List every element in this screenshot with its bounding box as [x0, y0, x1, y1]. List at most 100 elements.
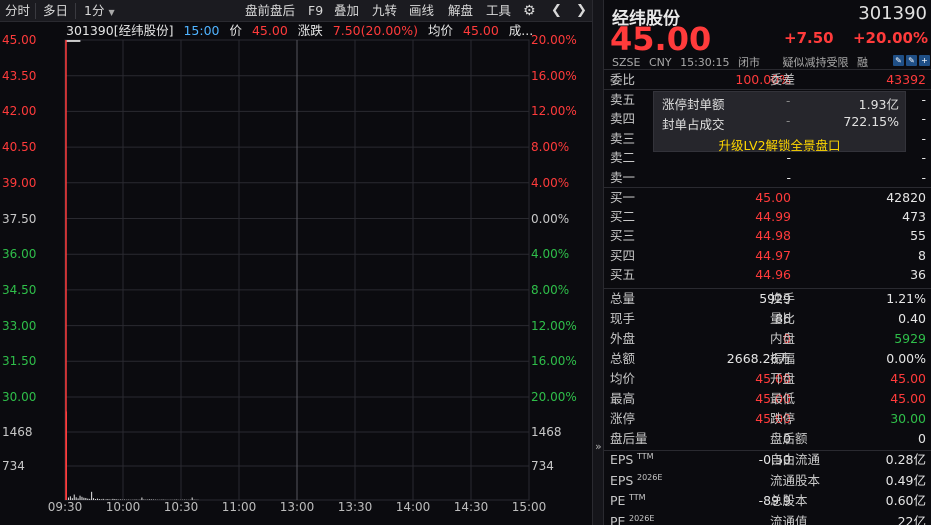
price-axis-label: 36.00	[2, 247, 37, 262]
volume-bar	[83, 497, 85, 500]
chart-info-line: 301390[经纬股份] 15:00 价 45.00 涨跌 7.50(20.00…	[66, 22, 539, 40]
info-price: 45.00	[251, 23, 288, 38]
price-axis-label: 39.00	[2, 175, 37, 190]
volume-bar	[143, 499, 145, 500]
quote-subline: SZSE CNY 15:30:15 闭市 疑似减持受限 融	[612, 54, 930, 69]
price-axis-label: 33.00	[2, 318, 37, 333]
fundamental-row: EPS 2026E - 流通股本 0.49亿	[610, 472, 926, 488]
volume-bar	[151, 499, 153, 500]
seal-ratio-value: 722.15%	[843, 114, 899, 129]
time-axis-label: 09:30	[47, 500, 83, 514]
quote-panel: 经纬股份 301390 45.00 +7.50 +20.00% SZSE CNY…	[604, 0, 931, 525]
stock-price: 45.00	[610, 20, 712, 58]
time-axis-label: 14:30	[453, 500, 489, 514]
market-code: SZSE	[612, 56, 641, 69]
bid-row: 买四 44.97 8	[610, 247, 926, 263]
volume-bar	[100, 499, 102, 500]
seal-amount-value: 1.93亿	[858, 97, 899, 112]
stat-row: 总量 5929 换手 1.21%	[610, 291, 926, 306]
time-axis-label: 10:00	[105, 500, 141, 514]
order-ratio-row: 委比 100.00% 委差 43392	[604, 70, 931, 90]
chart-canvas[interactable]	[0, 0, 592, 525]
lv2-overlay: 涨停封单额 - 1.93亿 封单占成交 - 722.15% 升级LV2解锁全景盘…	[653, 91, 906, 154]
bid-row: 买三 44.98 55	[610, 228, 926, 244]
stock-code: 301390	[858, 3, 927, 24]
fundamental-row: PE 2026E - 流通值 22亿	[610, 513, 926, 525]
volume-bar	[141, 497, 143, 500]
time-axis-label: 13:00	[279, 500, 315, 514]
price-axis-label: 37.50	[2, 211, 37, 226]
pct-axis-label: 8.00%	[531, 282, 570, 297]
info-avg: 45.00	[463, 23, 499, 38]
volume-bar	[102, 498, 104, 500]
info-change-label: 涨跌	[297, 23, 323, 38]
time-axis-label: 10:30	[163, 500, 199, 514]
volume-bar	[95, 499, 96, 500]
volume-axis-label: 1468	[531, 425, 562, 439]
volume-bar	[87, 498, 89, 500]
ask-row: 卖一 - -	[610, 169, 926, 185]
pct-axis-label: 4.00%	[531, 247, 570, 262]
bid-row: 买五 44.96 36	[610, 266, 926, 282]
bid-row: 买一 45.00 42820	[610, 190, 926, 205]
volume-bar	[96, 498, 98, 500]
info-stock-name: 301390[经纬股份]	[66, 23, 174, 38]
quote-time: 15:30:15	[680, 56, 730, 69]
volume-bar	[66, 411, 67, 500]
stat-row: 盘后量 0 盘后额 0	[610, 431, 926, 446]
volume-bar	[93, 498, 95, 500]
volume-bar	[85, 497, 87, 500]
volume-axis-label: 1468	[2, 425, 33, 439]
stat-row: 现手 86 量比 0.40	[610, 311, 926, 326]
stock-change-pct: +20.00%	[852, 29, 928, 47]
price-axis-label: 40.50	[2, 140, 37, 155]
info-change: 7.50(20.00%)	[332, 23, 419, 38]
lv2-upgrade-link[interactable]: 升级LV2解锁全景盘口	[654, 135, 905, 154]
pct-axis-label: 16.00%	[531, 354, 577, 369]
info-volume-label: 成...	[508, 23, 534, 38]
stat-row: 涨停 45.00 跌停 30.00	[610, 411, 926, 426]
quote-icons: ✎ ✎ +	[891, 55, 930, 69]
info-avg-label: 均价	[428, 23, 454, 38]
add-icon[interactable]: +	[919, 55, 930, 66]
volume-bar	[91, 491, 93, 500]
stat-row: 总额 2668.26万 振幅 0.00%	[610, 351, 926, 366]
seal-ratio-label: 封单占成交	[662, 117, 725, 132]
pin-icon[interactable]: ✎	[906, 55, 917, 66]
volume-bar	[89, 498, 91, 500]
pct-axis-label: 8.00%	[531, 140, 570, 155]
price-axis-label: 30.00	[2, 390, 37, 404]
volume-bar	[98, 499, 100, 500]
pct-axis-label: 16.00%	[531, 68, 577, 83]
bid-row: 买二 44.99 473	[610, 209, 926, 225]
panel-divider[interactable]: »	[592, 0, 604, 525]
stock-change: +7.50	[784, 29, 834, 47]
expand-arrow-icon[interactable]: »	[595, 440, 602, 453]
price-axis-label: 31.50	[2, 354, 37, 369]
volume-axis-label: 734	[531, 459, 554, 473]
price-axis-label: 45.00	[2, 33, 37, 47]
market-status: 闭市	[738, 56, 760, 69]
time-axis-label: 15:00	[511, 500, 547, 514]
stat-row: 均价 45.00 开盘 45.00	[610, 371, 926, 386]
time-axis-label: 11:00	[221, 500, 257, 514]
pct-axis-label: 20.00%	[531, 390, 577, 404]
edit-icon[interactable]: ✎	[893, 55, 904, 66]
time-axis-label: 14:00	[395, 500, 431, 514]
pct-axis-label: 0.00%	[531, 211, 570, 226]
time-axis-label: 13:30	[337, 500, 373, 514]
price-axis-label: 34.50	[2, 282, 37, 297]
pct-axis-label: 4.00%	[531, 175, 570, 190]
price-axis-label: 42.00	[2, 104, 37, 119]
price-axis-label: 43.50	[2, 68, 37, 83]
info-price-label: 价	[229, 23, 242, 38]
stat-row: 最高 45.00 最低 45.00	[610, 391, 926, 406]
currency: CNY	[648, 56, 672, 69]
pct-axis-label: 12.00%	[531, 104, 577, 119]
intraday-chart-panel[interactable]: 分时 多日 1分 ▼ 盘前盘后 F9 叠加 九转 画线 解盘 工具 ⚙ ❮ ❯ …	[0, 0, 592, 525]
notice-text[interactable]: 疑似减持受限	[783, 56, 849, 69]
stat-row: 外盘 0 内盘 5929	[610, 331, 926, 346]
pct-axis-label: 12.00%	[531, 318, 577, 333]
info-time: 15:00	[183, 23, 220, 38]
seal-amount-label: 涨停封单额	[662, 97, 725, 112]
